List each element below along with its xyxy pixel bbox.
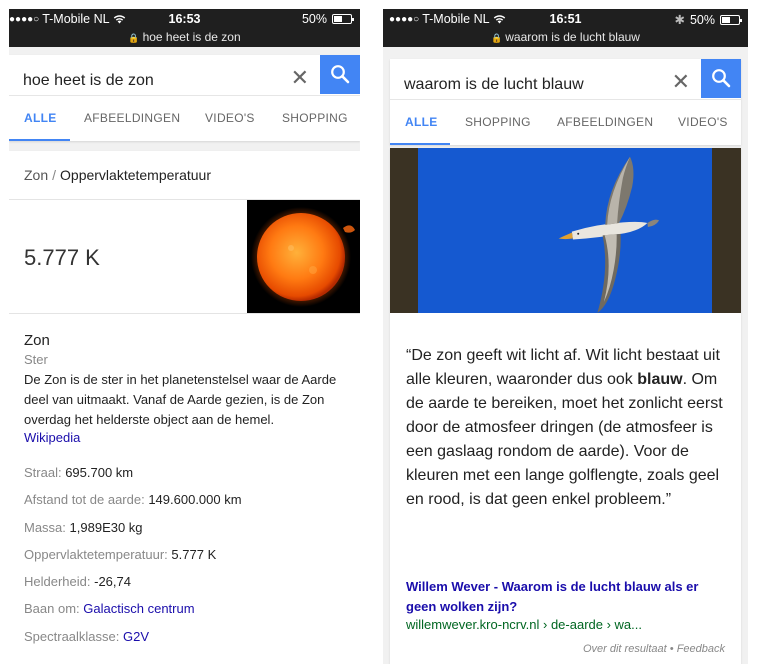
battery-icon xyxy=(720,14,742,25)
bluetooth-icon: ✱ xyxy=(674,13,685,27)
left-phone-screenshot: ●●●●○ T-Mobile NL 16:53 50% 🔒 hoe heet is… xyxy=(9,9,360,664)
active-tab-indicator xyxy=(9,139,70,141)
result-feedback[interactable]: Over dit resultaat • Feedback xyxy=(583,643,725,655)
fact-value: 149.600.000 km xyxy=(148,492,242,508)
knowledge-card: Zon / Oppervlaktetemperatuur 5.777 K Zon… xyxy=(9,151,360,664)
right-phone-screenshot: ●●●●○ T-Mobile NL 16:51 ✱ 50% 🔒 waarom is… xyxy=(383,9,748,664)
address-bar[interactable]: 🔒 hoe heet is de zon xyxy=(9,30,360,44)
fact-afstand: Afstand tot de aarde: 149.600.000 km xyxy=(24,492,349,519)
breadcrumb-parent[interactable]: Zon xyxy=(24,167,48,183)
fact-label: Spectraalklasse: xyxy=(24,628,120,644)
fact-helderheid: Helderheid: -26,74 xyxy=(24,574,349,601)
result-title-link[interactable]: Willem Wever - Waarom is de lucht blauw … xyxy=(406,577,731,617)
divider xyxy=(9,313,360,314)
fact-label: Oppervlaktetemperatuur: xyxy=(24,546,168,562)
search-input[interactable]: hoe heet is de zon xyxy=(23,72,154,90)
tab-shopping[interactable]: SHOPPING xyxy=(282,111,348,125)
address-text: waarom is de lucht blauw xyxy=(505,30,640,44)
tab-afbeeldingen[interactable]: AFBEELDINGEN xyxy=(557,115,653,129)
fact-value: 695.700 km xyxy=(65,465,134,480)
tab-alle[interactable]: ALLE xyxy=(405,115,438,129)
fact-spectraalklasse: Spectraalklasse: G2V xyxy=(24,629,349,656)
fact-link[interactable]: Galactisch centrum xyxy=(83,601,194,616)
fact-link[interactable]: G2V xyxy=(123,629,149,644)
fact-straal: Straal: 695.700 km xyxy=(24,465,349,492)
fact-value: 1,989E30 kg xyxy=(69,519,143,535)
entity-title: Zon xyxy=(24,332,50,349)
search-tabs: ALLE SHOPPING AFBEELDINGEN VIDEO'S xyxy=(390,99,741,145)
quote-text: . Om de aarde te bereiken, moet het zonl… xyxy=(406,371,723,508)
search-button[interactable] xyxy=(320,55,360,94)
lock-icon: 🔒 xyxy=(491,33,503,43)
tab-videos[interactable]: VIDEO'S xyxy=(678,115,728,129)
active-tab-indicator xyxy=(390,143,450,145)
seagull-image[interactable] xyxy=(390,148,741,313)
battery-status: ✱ 50% xyxy=(674,12,742,27)
status-bar: ●●●●○ T-Mobile NL 16:53 50% 🔒 hoe heet is… xyxy=(9,9,360,47)
tab-shopping[interactable]: SHOPPING xyxy=(465,115,531,129)
fact-oppervlaktetemperatuur: Oppervlaktetemperatuur: 5.777 K xyxy=(24,547,349,574)
lock-icon: 🔒 xyxy=(128,33,140,43)
snippet-quote: “De zon geeft wit licht af. Wit licht be… xyxy=(406,344,731,512)
sun-image[interactable] xyxy=(247,200,360,313)
breadcrumb: Zon / Oppervlaktetemperatuur xyxy=(24,167,211,183)
battery-status: 50% xyxy=(301,12,354,26)
battery-icon xyxy=(332,14,354,24)
seagull-photo xyxy=(418,148,712,313)
quote-highlight: blauw xyxy=(637,371,683,388)
tab-alle[interactable]: ALLE xyxy=(24,111,57,125)
fact-label: Helderheid: xyxy=(24,574,91,590)
fact-label: Massa: xyxy=(24,519,66,535)
address-text: hoe heet is de zon xyxy=(142,30,241,44)
search-bar: hoe heet is de zon ✕ ALLE AFBEELDINGEN V… xyxy=(9,55,360,141)
answer-value: 5.777 K xyxy=(24,245,100,270)
fact-label: Straal: xyxy=(24,465,62,480)
fact-value: -26,74 xyxy=(94,574,131,590)
address-bar[interactable]: 🔒 waarom is de lucht blauw xyxy=(383,30,748,44)
sun-graphic xyxy=(251,207,355,307)
battery-percent: 50% xyxy=(301,12,327,26)
tab-videos[interactable]: VIDEO'S xyxy=(205,111,255,125)
result-url[interactable]: willemwever.kro-ncrv.nl › de-aarde › wa.… xyxy=(406,617,642,632)
search-tabs: ALLE AFBEELDINGEN VIDEO'S SHOPPING xyxy=(9,95,360,141)
fact-label: Baan om: xyxy=(24,601,80,617)
search-input[interactable]: waarom is de lucht blauw xyxy=(404,76,584,94)
search-button[interactable] xyxy=(701,59,741,98)
featured-snippet-card: “De zon geeft wit licht af. Wit licht be… xyxy=(390,148,741,664)
clear-icon[interactable]: ✕ xyxy=(291,65,309,91)
search-icon xyxy=(712,69,731,88)
fact-value: 5.777 K xyxy=(171,546,217,562)
status-bar: ●●●●○ T-Mobile NL 16:51 ✱ 50% 🔒 waarom is… xyxy=(383,9,748,47)
breadcrumb-separator: / xyxy=(52,167,57,183)
tab-afbeeldingen[interactable]: AFBEELDINGEN xyxy=(84,111,180,125)
breadcrumb-current: Oppervlaktetemperatuur xyxy=(60,167,211,183)
wikipedia-link[interactable]: Wikipedia xyxy=(24,430,80,445)
clear-icon[interactable]: ✕ xyxy=(672,69,690,95)
search-icon xyxy=(331,65,350,84)
battery-percent: 50% xyxy=(689,12,715,27)
search-bar: waarom is de lucht blauw ✕ ALLE SHOPPING… xyxy=(390,59,741,145)
facts-list: Straal: 695.700 km Afstand tot de aarde:… xyxy=(24,465,349,656)
fact-massa: Massa: 1,989E30 kg xyxy=(24,520,349,547)
entity-description: De Zon is de ster in het planetenstelsel… xyxy=(24,372,337,427)
entity-type: Ster xyxy=(24,352,48,367)
fact-label: Afstand tot de aarde: xyxy=(24,492,145,508)
fact-baan-om: Baan om: Galactisch centrum xyxy=(24,601,349,628)
